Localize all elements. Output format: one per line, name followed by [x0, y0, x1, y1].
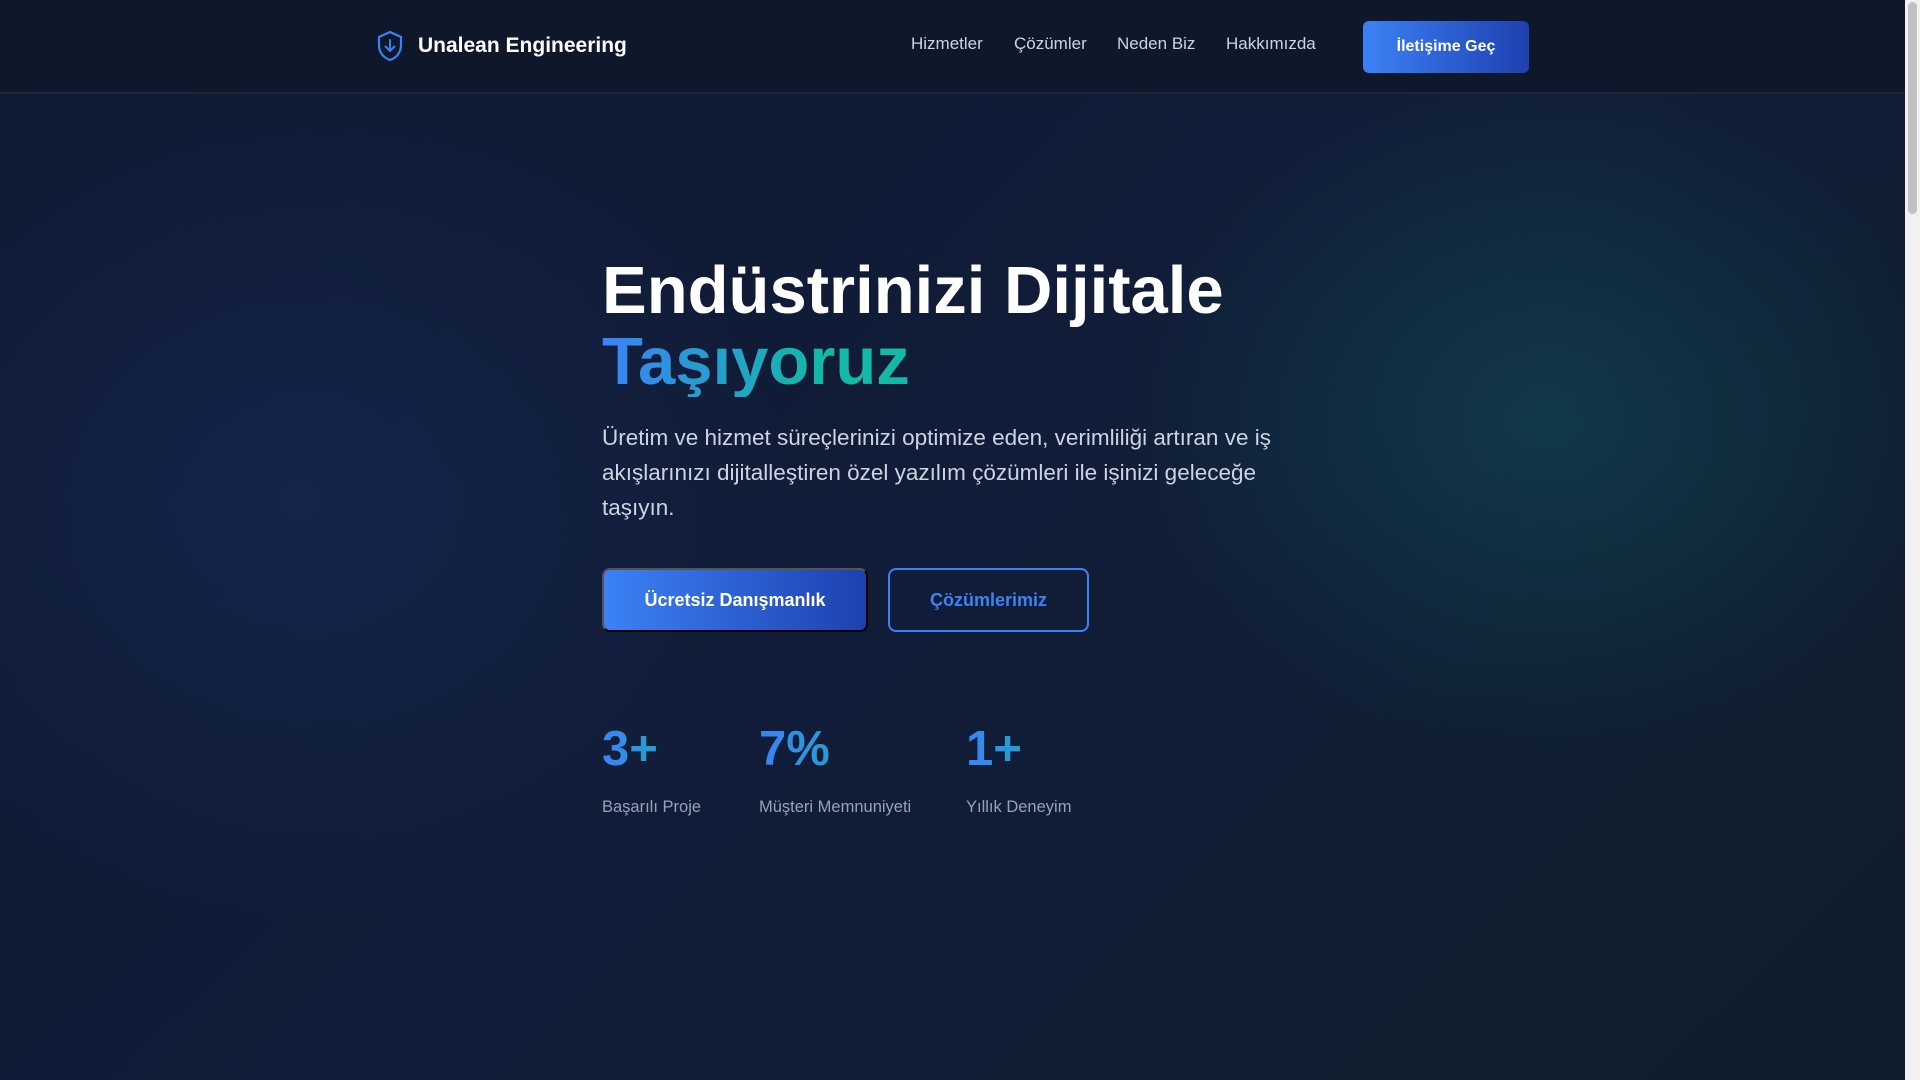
- solutions-button[interactable]: Çözümlerimiz: [888, 568, 1089, 632]
- page: Unalean Engineering Hizmetler Çözümler N…: [0, 0, 1905, 1080]
- nav-hizmetler[interactable]: Hizmetler: [911, 34, 983, 54]
- stat-value: 7%: [759, 720, 911, 778]
- nav-neden-biz[interactable]: Neden Biz: [1117, 34, 1195, 54]
- stat-experience: 1+ Yıllık Deneyim: [966, 720, 1071, 817]
- free-consultation-button[interactable]: Ücretsiz Danışmanlık: [602, 568, 868, 632]
- nav-hakkimizda[interactable]: Hakkımızda: [1226, 34, 1316, 54]
- nav-cozumler[interactable]: Çözümler: [1014, 34, 1087, 54]
- header: Unalean Engineering Hizmetler Çözümler N…: [0, 0, 1905, 94]
- shield-icon: [377, 30, 403, 62]
- brand-name: Unalean Engineering: [418, 34, 627, 57]
- brand-logo[interactable]: Unalean Engineering: [376, 30, 627, 62]
- scrollbar[interactable]: [1905, 0, 1920, 1080]
- stat-label: Yıllık Deneyim: [966, 798, 1072, 816]
- hero-title-line1: Endüstrinizi Dijitale: [602, 253, 1224, 328]
- stat-label: Müşteri Memnuniyeti: [759, 798, 912, 816]
- stat-label: Başarılı Proje: [602, 798, 702, 816]
- hero-title-line2: Taşıyoruz: [602, 324, 910, 399]
- stat-value: 1+: [966, 720, 1071, 778]
- stat-projects: 3+ Başarılı Proje: [602, 720, 701, 817]
- stat-value: 3+: [602, 720, 701, 778]
- scrollbar-thumb[interactable]: [1908, 2, 1917, 214]
- stat-satisfaction: 7% Müşteri Memnuniyeti: [759, 720, 911, 817]
- contact-button[interactable]: İletişime Geç: [1363, 21, 1529, 73]
- hero-description: Üretim ve hizmet süreçlerinizi optimize …: [602, 425, 1271, 520]
